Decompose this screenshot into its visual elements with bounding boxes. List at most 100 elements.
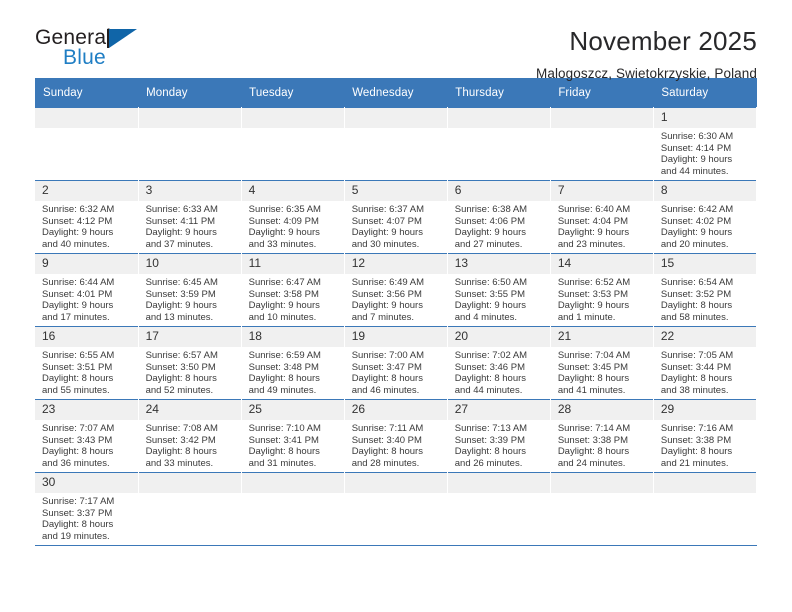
calendar-day-cell[interactable]: 7 Sunrise: 6:40 AM Sunset: 4:04 PM Daylight… [550,180,654,254]
day-cell-inner: 21 Sunrise: 7:04 AM Sunset: 3:45 PM Dayligh… [550,327,653,399]
calendar-day-cell[interactable]: 20 Sunrise: 7:02 AM Sunset: 3:46 PM Dayligh… [447,326,551,400]
calendar-day-cell[interactable]: 3 Sunrise: 6:33 AM Sunset: 4:11 PM Daylight… [138,180,242,254]
day-cell-inner: 29 Sunrise: 7:16 AM Sunset: 3:38 PM Dayligh… [653,400,756,472]
calendar-day-cell[interactable]: 5 Sunrise: 6:37 AM Sunset: 4:07 PM Daylight… [344,180,448,254]
daylight-text-line2: and 4 minutes. [454,311,518,323]
day-sun-info: Sunrise: 7:13 AM Sunset: 3:39 PM Daylight:… [448,420,550,469]
day-cell-inner: 6 Sunrise: 6:38 AM Sunset: 4:06 PM Daylight… [447,181,550,253]
daylight-text-line2: and 52 minutes. [145,384,214,396]
sunrise-text: Sunrise: 6:57 AM [145,350,218,361]
calendar-empty-cell [447,107,551,181]
sunset-text: Sunset: 3:43 PM [42,434,113,446]
day-number: 30 [35,473,138,493]
sunset-text: Sunset: 3:53 PM [557,288,629,300]
day-number: 1 [653,108,756,128]
day-cell-inner: 2 Sunrise: 6:32 AM Sunset: 4:12 PM Daylight… [35,181,138,253]
sunrise-text: Sunrise: 6:30 AM [660,131,734,142]
sunrise-text: Sunrise: 7:16 AM [660,423,734,434]
day-sun-info: Sunrise: 6:54 AM Sunset: 3:52 PM Daylight:… [654,274,756,323]
day-cell-inner: 13 Sunrise: 6:50 AM Sunset: 3:55 PM Dayligh… [447,254,550,326]
calendar-day-cell[interactable]: 10 Sunrise: 6:45 AM Sunset: 3:59 PM Dayligh… [138,253,242,327]
sunrise-text: Sunrise: 6:44 AM [42,277,115,288]
daylight-text-line2: and 33 minutes. [248,238,317,250]
sunset-text: Sunset: 4:06 PM [454,215,525,227]
calendar-day-cell[interactable]: 15 Sunrise: 6:54 AM Sunset: 3:52 PM Dayligh… [653,253,758,327]
calendar-empty-cell [550,472,654,546]
daylight-text-line2: and 36 minutes. [42,457,110,469]
daylight-text-line2: and 10 minutes. [248,311,317,323]
day-sun-info: Sunrise: 7:02 AM Sunset: 3:46 PM Daylight:… [448,347,550,396]
day-number: 11 [241,254,344,274]
general-blue-logo[interactable]: General Blue [35,26,155,72]
calendar-week-row: 1 Sunrise: 6:30 AM Sunset: 4:14 PM Daylight… [35,107,758,181]
sunrise-text: Sunrise: 6:42 AM [660,204,734,215]
calendar-day-cell[interactable]: 26 Sunrise: 7:11 AM Sunset: 3:40 PM Dayligh… [344,399,448,473]
daylight-text-line1: Daylight: 9 hours [145,227,217,239]
day-number: 9 [35,254,138,274]
sunrise-text: Sunrise: 6:54 AM [660,277,734,288]
daylight-text-line1: Daylight: 8 hours [351,373,423,385]
weekday-header-sunday: Sunday [35,78,139,108]
day-number [550,108,653,128]
daylight-text-line1: Daylight: 8 hours [454,446,527,458]
calendar-day-cell[interactable]: 2 Sunrise: 6:32 AM Sunset: 4:12 PM Daylight… [35,180,139,254]
day-number [241,108,344,128]
day-cell-inner [344,108,447,180]
day-number: 19 [344,327,447,347]
day-sun-info: Sunrise: 7:14 AM Sunset: 3:38 PM Daylight:… [551,420,653,469]
daylight-text-line2: and 24 minutes. [557,457,626,469]
day-cell-inner: 5 Sunrise: 6:37 AM Sunset: 4:07 PM Daylight… [344,181,447,253]
calendar-day-cell[interactable]: 19 Sunrise: 7:00 AM Sunset: 3:47 PM Dayligh… [344,326,448,400]
title-block: November 2025 Malogoszcz, Swietokrzyskie… [155,26,757,83]
daylight-text-line2: and 33 minutes. [145,457,214,469]
calendar-day-cell[interactable]: 17 Sunrise: 6:57 AM Sunset: 3:50 PM Dayligh… [138,326,242,400]
day-sun-info: Sunrise: 7:04 AM Sunset: 3:45 PM Daylight:… [551,347,653,396]
day-cell-inner: 27 Sunrise: 7:13 AM Sunset: 3:39 PM Dayligh… [447,400,550,472]
daylight-text-line1: Daylight: 9 hours [248,227,320,239]
calendar-day-cell[interactable]: 16 Sunrise: 6:55 AM Sunset: 3:51 PM Dayligh… [35,326,139,400]
calendar-day-cell[interactable]: 25 Sunrise: 7:10 AM Sunset: 3:41 PM Dayligh… [241,399,345,473]
calendar-day-cell[interactable]: 1 Sunrise: 6:30 AM Sunset: 4:14 PM Daylight… [653,107,758,181]
day-sun-info: Sunrise: 6:55 AM Sunset: 3:51 PM Daylight:… [35,347,138,396]
day-number: 28 [550,400,653,420]
calendar-day-cell[interactable]: 18 Sunrise: 6:59 AM Sunset: 3:48 PM Dayligh… [241,326,345,400]
day-sun-info: Sunrise: 6:38 AM Sunset: 4:06 PM Daylight:… [448,201,550,250]
calendar-day-cell[interactable]: 6 Sunrise: 6:38 AM Sunset: 4:06 PM Daylight… [447,180,551,254]
daylight-text-line1: Daylight: 8 hours [351,446,423,458]
calendar-day-cell[interactable]: 24 Sunrise: 7:08 AM Sunset: 3:42 PM Dayligh… [138,399,242,473]
day-sun-info: Sunrise: 6:32 AM Sunset: 4:12 PM Daylight:… [35,201,138,250]
calendar-day-cell[interactable]: 13 Sunrise: 6:50 AM Sunset: 3:55 PM Dayligh… [447,253,551,327]
calendar-day-cell[interactable]: 8 Sunrise: 6:42 AM Sunset: 4:02 PM Daylight… [653,180,758,254]
calendar-empty-cell [344,107,448,181]
day-sun-info: Sunrise: 7:08 AM Sunset: 3:42 PM Daylight:… [139,420,241,469]
calendar-day-cell[interactable]: 11 Sunrise: 6:47 AM Sunset: 3:58 PM Dayligh… [241,253,345,327]
calendar-day-cell[interactable]: 28 Sunrise: 7:14 AM Sunset: 3:38 PM Dayligh… [550,399,654,473]
daylight-text-line1: Daylight: 9 hours [454,227,527,239]
day-cell-inner [447,473,550,545]
calendar-day-cell[interactable]: 22 Sunrise: 7:05 AM Sunset: 3:44 PM Dayligh… [653,326,758,400]
sunset-text: Sunset: 3:55 PM [454,288,525,300]
calendar-week-row: 9 Sunrise: 6:44 AM Sunset: 4:01 PM Daylight… [35,253,758,327]
daylight-text-line2: and 46 minutes. [351,384,420,396]
day-sun-info: Sunrise: 7:07 AM Sunset: 3:43 PM Daylight:… [35,420,138,469]
sunset-text: Sunset: 3:44 PM [660,361,732,373]
calendar-day-cell[interactable]: 29 Sunrise: 7:16 AM Sunset: 3:38 PM Dayligh… [653,399,758,473]
day-cell-inner: 9 Sunrise: 6:44 AM Sunset: 4:01 PM Daylight… [35,254,138,326]
calendar-day-cell[interactable]: 12 Sunrise: 6:49 AM Sunset: 3:56 PM Dayligh… [344,253,448,327]
calendar-day-cell[interactable]: 9 Sunrise: 6:44 AM Sunset: 4:01 PM Daylight… [35,253,139,327]
daylight-text-line1: Daylight: 9 hours [454,300,527,312]
calendar-day-cell[interactable]: 30 Sunrise: 7:17 AM Sunset: 3:37 PM Dayligh… [35,472,139,546]
day-sun-info: Sunrise: 6:30 AM Sunset: 4:14 PM Daylight:… [654,128,756,177]
calendar-day-cell[interactable]: 23 Sunrise: 7:07 AM Sunset: 3:43 PM Dayligh… [35,399,139,473]
day-sun-info: Sunrise: 7:05 AM Sunset: 3:44 PM Daylight:… [654,347,756,396]
calendar-day-cell[interactable]: 21 Sunrise: 7:04 AM Sunset: 3:45 PM Dayligh… [550,326,654,400]
sunrise-text: Sunrise: 6:47 AM [248,277,321,288]
day-sun-info: Sunrise: 6:44 AM Sunset: 4:01 PM Daylight:… [35,274,138,323]
day-number [653,473,756,493]
day-cell-inner: 23 Sunrise: 7:07 AM Sunset: 3:43 PM Dayligh… [35,400,138,472]
calendar-day-cell[interactable]: 4 Sunrise: 6:35 AM Sunset: 4:09 PM Daylight… [241,180,345,254]
sunrise-text: Sunrise: 7:04 AM [557,350,631,361]
page-title: November 2025 [569,26,757,56]
calendar-day-cell[interactable]: 27 Sunrise: 7:13 AM Sunset: 3:39 PM Dayligh… [447,399,551,473]
calendar-day-cell[interactable]: 14 Sunrise: 6:52 AM Sunset: 3:53 PM Dayligh… [550,253,654,327]
